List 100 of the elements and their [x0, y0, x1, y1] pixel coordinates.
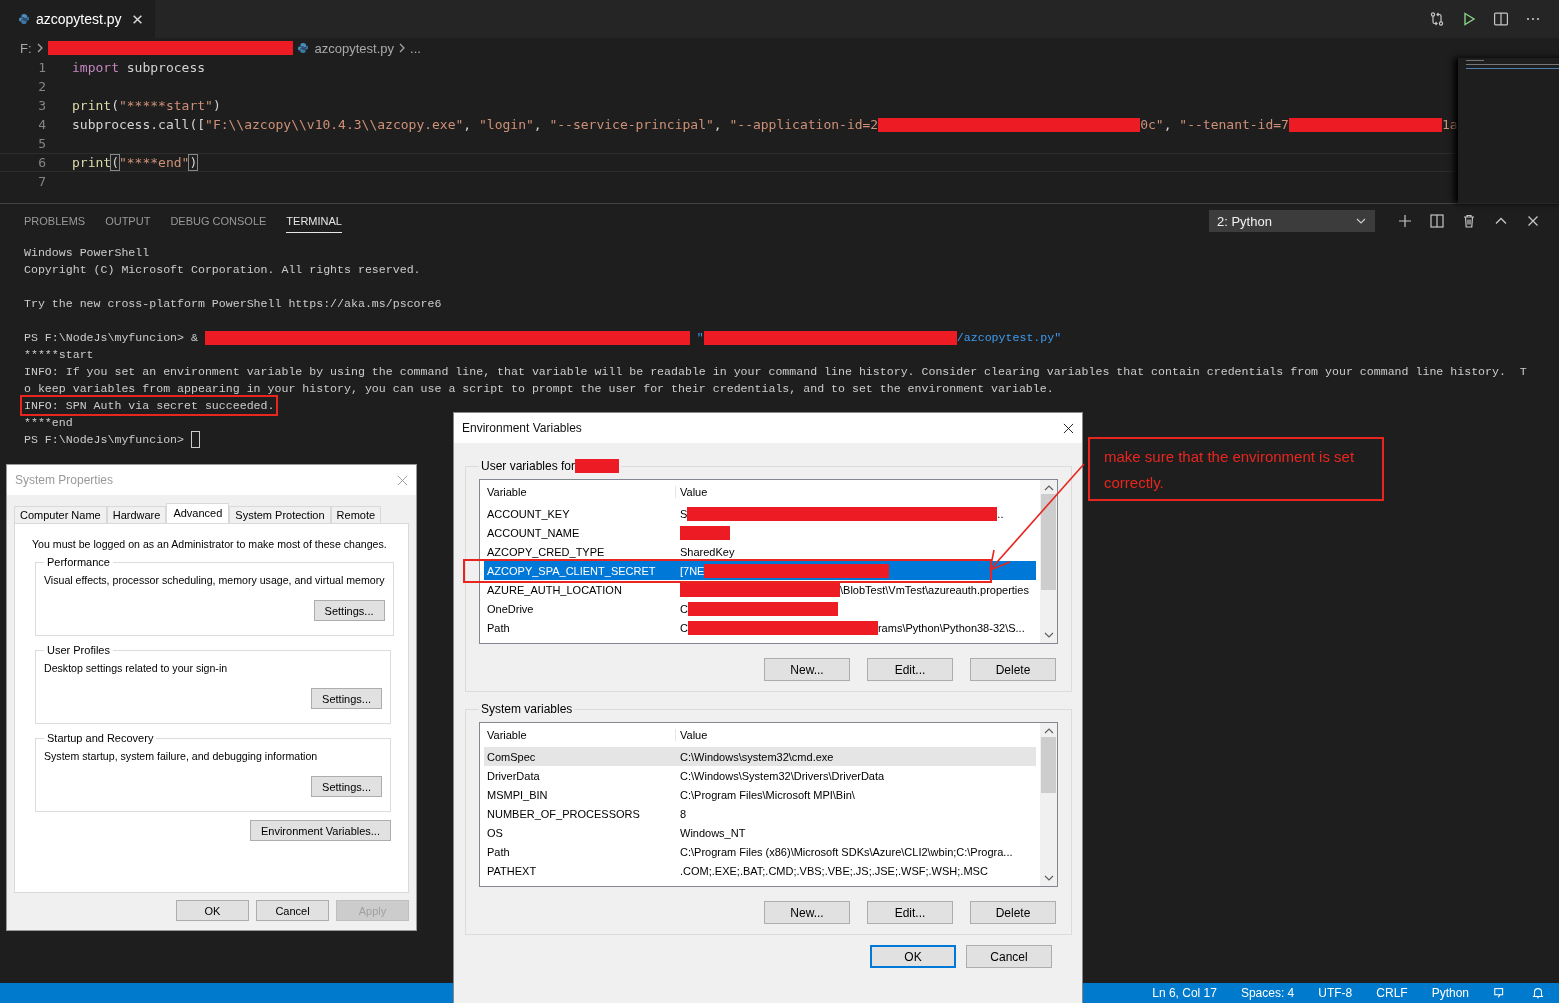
- column-header[interactable]: Value: [676, 729, 708, 741]
- plus-icon[interactable]: [1397, 213, 1413, 229]
- line-number: 1: [37, 60, 47, 75]
- editor-tab[interactable]: azcopytest.py: [0, 0, 155, 38]
- variable-value: C: [680, 621, 688, 634]
- column-header[interactable]: Variable: [484, 729, 676, 741]
- python-file-icon: [296, 42, 309, 54]
- split-editor-icon[interactable]: [1493, 11, 1509, 27]
- breadcrumb-item[interactable]: F:: [20, 40, 32, 56]
- environment-variables-button[interactable]: Environment Variables...: [249, 820, 391, 841]
- breadcrumb-item[interactable]: azcopytest.py: [296, 40, 395, 56]
- variable-row[interactable]: Path C:\Program Files (x86)\Microsoft SDKs\Azure\CLI2\wbin;C:\Progra...: [484, 842, 1036, 861]
- window-title: System Properties: [15, 473, 114, 487]
- dialog-button[interactable]: Cancel: [256, 900, 329, 921]
- variable-row[interactable]: ACCOUNT_KEY S ..: [484, 504, 1036, 523]
- column-header[interactable]: Variable: [484, 486, 676, 498]
- panel-tab[interactable]: TERMINAL: [286, 209, 342, 233]
- settings-button[interactable]: Settings...: [311, 688, 382, 709]
- list-action-button[interactable]: Edit...: [867, 658, 953, 681]
- list-action-button[interactable]: New...: [764, 901, 850, 924]
- close-icon[interactable]: [1063, 422, 1074, 434]
- terminal-line: PS F:\NodeJs\myfuncion>: [24, 433, 186, 446]
- trash-icon[interactable]: [1461, 213, 1477, 229]
- variable-row[interactable]: MSMPI_BIN C:\Program Files\Microsoft MPI\Bin\: [484, 785, 1036, 804]
- dialog-button[interactable]: OK: [176, 900, 249, 921]
- variable-name: ACCOUNT_KEY: [486, 507, 571, 520]
- variable-row[interactable]: AZCOPY_SPA_CLIENT_SECRET [7NE: [484, 561, 1036, 580]
- variable-name: ACCOUNT_NAME: [486, 526, 581, 539]
- variable-row[interactable]: AZCOPY_CRED_TYPE SharedKey: [484, 542, 1036, 561]
- variable-row[interactable]: OneDrive C: [484, 599, 1036, 618]
- list-action-button[interactable]: Delete: [970, 901, 1056, 924]
- column-header[interactable]: Value: [676, 486, 708, 498]
- variable-value: Windows_NT: [680, 826, 746, 839]
- dialog-tab[interactable]: Computer Name: [14, 506, 107, 523]
- scroll-down-icon[interactable]: [1043, 874, 1054, 882]
- list-action-button[interactable]: New...: [764, 658, 850, 681]
- scroll-up-icon[interactable]: [1043, 727, 1054, 735]
- group-description: System startup, system failure, and debugging information: [44, 750, 319, 762]
- group-description: Visual effects, processor scheduling, memory usage, and virtual memory: [44, 574, 385, 586]
- group-title: Performance: [46, 556, 111, 568]
- scrollbar[interactable]: [1040, 723, 1057, 886]
- variable-value: 8: [680, 807, 687, 820]
- variable-name: AZURE_AUTH_LOCATION: [486, 583, 623, 596]
- status-item[interactable]: UTF-8: [1318, 986, 1353, 1000]
- status-item[interactable]: CRLF: [1376, 986, 1408, 1000]
- settings-button[interactable]: Settings...: [311, 776, 382, 797]
- variable-value: C: [680, 602, 688, 615]
- panel-tab[interactable]: PROBLEMS: [24, 209, 86, 233]
- variable-value: C:\Windows\System32\Drivers\DriverData: [680, 769, 885, 782]
- admin-note: You must be logged on as an Administrator to make most of these changes.: [32, 538, 388, 550]
- variable-row[interactable]: Path C rams\Python\Python38-32\S...: [484, 618, 1036, 637]
- redaction-bar: [575, 459, 620, 473]
- variable-value: .COM;.EXE;.BAT;.CMD;.VBS;.VBE;.JS;.JSE;.WSF;.WSH;.MSC: [680, 864, 988, 877]
- split-terminal-icon[interactable]: [1429, 213, 1445, 229]
- variable-value: SharedKey: [680, 545, 735, 558]
- variables-list[interactable]: [479, 722, 1058, 887]
- variable-value: C:\Program Files\Microsoft MPI\Bin\: [680, 788, 855, 801]
- list-action-button[interactable]: Edit...: [867, 901, 953, 924]
- terminal-line: Try the new cross-platform PowerShell https://aka.ms/pscore6: [24, 297, 442, 310]
- scroll-down-icon[interactable]: [1043, 631, 1054, 639]
- variable-row[interactable]: ComSpec C:\Windows\system32\cmd.exe: [484, 747, 1036, 766]
- tab-label: azcopytest.py: [36, 11, 122, 27]
- terminal-dropdown[interactable]: 2: Python: [1209, 210, 1375, 232]
- terminal-line: ****end: [24, 416, 73, 429]
- panel-tab[interactable]: OUTPUT: [105, 209, 151, 233]
- compare-changes-icon[interactable]: [1429, 11, 1445, 27]
- line-number: 5: [37, 136, 47, 151]
- variable-row[interactable]: NUMBER_OF_PROCESSORS 8: [484, 804, 1036, 823]
- panel-tab[interactable]: DEBUG CONSOLE: [170, 209, 267, 233]
- dialog-tab[interactable]: Hardware: [106, 506, 167, 523]
- dialog-tab[interactable]: System Protection: [229, 506, 331, 523]
- dialog-tab[interactable]: Remote: [330, 506, 382, 523]
- settings-button[interactable]: Settings...: [313, 600, 385, 621]
- run-icon[interactable]: [1461, 11, 1477, 27]
- line-number: 6: [37, 155, 47, 170]
- variable-name: AZCOPY_SPA_CLIENT_SECRET: [486, 564, 657, 577]
- dialog-button[interactable]: OK: [870, 945, 956, 968]
- scrollbar[interactable]: [1040, 480, 1057, 643]
- variable-row[interactable]: ACCOUNT_NAME: [484, 523, 1036, 542]
- status-item[interactable]: Ln 6, Col 17: [1152, 986, 1217, 1000]
- code-line: subprocess.call(["F:\\azcopy\\v10.4.3\\azcopy.exe", "login", "--service-principal", "--application-id=2 0c", "--tenant-id=7 1a: [72, 117, 1458, 132]
- variable-row[interactable]: AZURE_AUTH_LOCATION \BlobTest\VmTest\azureauth.properties: [484, 580, 1036, 599]
- scroll-up-icon[interactable]: [1043, 484, 1054, 492]
- variable-row[interactable]: OS Windows_NT: [484, 823, 1036, 842]
- variable-name: AZCOPY_CRED_TYPE: [486, 545, 606, 558]
- list-action-button[interactable]: Delete: [970, 658, 1056, 681]
- group-title: System variables: [481, 702, 573, 716]
- terminal-line: o keep variables from appearing in your history, you can use a script to prompt the user for their credentials, and to set the environment variable.: [24, 382, 1054, 395]
- group-title: User Profiles: [46, 644, 111, 656]
- dialog-button[interactable]: Cancel: [966, 945, 1052, 968]
- status-item[interactable]: Spaces: 4: [1240, 986, 1295, 1000]
- status-item[interactable]: Python: [1431, 986, 1469, 1000]
- variable-row[interactable]: DriverData C:\Windows\System32\Drivers\DriverData: [484, 766, 1036, 785]
- variable-name: OneDrive: [486, 602, 535, 615]
- bell-icon[interactable]: [1531, 986, 1545, 1000]
- dialog-tab[interactable]: Advanced: [166, 503, 230, 523]
- code-line: import subprocess: [72, 60, 206, 75]
- variable-row[interactable]: PATHEXT .COM;.EXE;.BAT;.CMD;.VBS;.VBE;.JS;.JSE;.WSF;.WSH;.MSC: [484, 861, 1036, 880]
- breadcrumb-item[interactable]: ...: [410, 40, 421, 56]
- variable-name: Path: [486, 621, 511, 634]
